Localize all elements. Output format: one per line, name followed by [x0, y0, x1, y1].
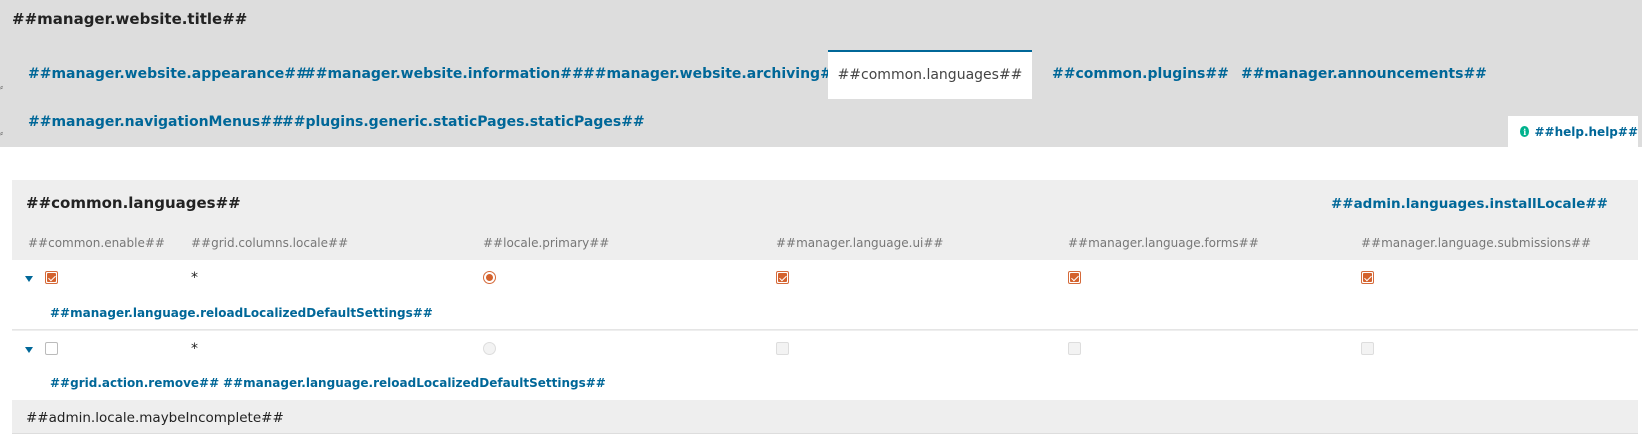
- tab-information[interactable]: ##manager.website.information##: [304, 66, 584, 82]
- table-row: * ##manager.language.reloadLocalizedDefa…: [12, 260, 1638, 330]
- primary-radio[interactable]: [483, 271, 496, 284]
- enable-checkbox[interactable]: [45, 342, 58, 355]
- locale-name: *: [191, 270, 198, 286]
- expand-row-icon[interactable]: [25, 276, 33, 282]
- info-icon: i: [1520, 126, 1530, 137]
- incomplete-locale-note: ##admin.locale.maybeIncomplete##: [26, 410, 284, 426]
- tab-appearance[interactable]: ##manager.website.appearance##: [28, 66, 308, 82]
- column-header-ui: ##manager.language.ui##: [776, 236, 944, 250]
- panel-title: ##common.languages##: [26, 194, 241, 212]
- tab-archiving[interactable]: ##manager.website.archiving##: [583, 66, 844, 82]
- edge-marker: ⸗: [0, 129, 3, 139]
- help-button[interactable]: i ##help.help##: [1508, 116, 1638, 147]
- edge-marker: ⸗: [0, 83, 3, 93]
- locale-name: *: [191, 341, 198, 357]
- tab-static-pages[interactable]: ##plugins.generic.staticPages.staticPage…: [282, 114, 645, 130]
- tab-languages[interactable]: ##common.languages##: [828, 50, 1032, 99]
- column-header-forms: ##manager.language.forms##: [1068, 236, 1259, 250]
- column-header-enable: ##common.enable##: [28, 236, 165, 250]
- submissions-checkbox[interactable]: [1361, 342, 1374, 355]
- reload-default-settings-link[interactable]: ##manager.language.reloadLocalizedDefaul…: [223, 376, 606, 390]
- column-header-primary: ##locale.primary##: [483, 236, 610, 250]
- column-header-locale: ##grid.columns.locale##: [191, 236, 349, 250]
- languages-panel: ##common.languages## ##admin.languages.i…: [12, 180, 1638, 434]
- install-locale-link[interactable]: ##admin.languages.installLocale##: [1331, 196, 1608, 212]
- column-header-submissions: ##manager.language.submissions##: [1361, 236, 1592, 250]
- primary-radio[interactable]: [483, 342, 496, 355]
- table-row: * ##grid.action.remove## ##manager.langu…: [12, 331, 1638, 400]
- ui-checkbox[interactable]: [776, 271, 789, 284]
- reload-default-settings-link[interactable]: ##manager.language.reloadLocalizedDefaul…: [50, 306, 433, 320]
- forms-checkbox[interactable]: [1068, 342, 1081, 355]
- tab-navigation-menus[interactable]: ##manager.navigationMenus##: [28, 114, 284, 130]
- submissions-checkbox[interactable]: [1361, 271, 1374, 284]
- remove-locale-link[interactable]: ##grid.action.remove##: [50, 376, 219, 390]
- page-title: ##manager.website.title##: [12, 10, 248, 28]
- tab-announcements[interactable]: ##manager.announcements##: [1241, 66, 1487, 82]
- help-label: ##help.help##: [1534, 124, 1638, 139]
- expand-row-icon[interactable]: [25, 347, 33, 353]
- enable-checkbox[interactable]: [45, 271, 58, 284]
- ui-checkbox[interactable]: [776, 342, 789, 355]
- forms-checkbox[interactable]: [1068, 271, 1081, 284]
- tab-plugins[interactable]: ##common.plugins##: [1052, 66, 1229, 82]
